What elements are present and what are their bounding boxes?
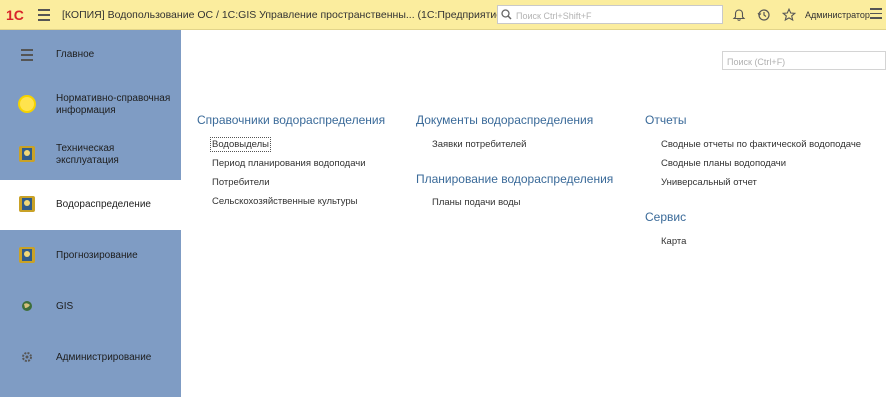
section-search[interactable] <box>722 51 886 70</box>
sidebar-item-label: Главное <box>56 49 95 60</box>
sidebar-item-water-distribution[interactable]: Водораспределение <box>0 180 181 230</box>
gear-icon <box>22 352 32 362</box>
link-crops[interactable]: Сельскохозяйственные культуры <box>212 196 357 207</box>
link-consumer-requests[interactable]: Заявки потребителей <box>432 139 526 150</box>
link-universal-report[interactable]: Универсальный отчет <box>661 177 757 188</box>
sidebar-item-label: Водораспределение <box>56 199 151 210</box>
sidebar-item-label: Нормативно-справочная информация <box>56 93 171 116</box>
section-title-planning: Планирование водораспределения <box>416 172 614 186</box>
sidebar-item-administration[interactable]: Администрирование <box>0 330 181 380</box>
svg-text:1С: 1С <box>6 7 24 23</box>
link-water-supply-plans[interactable]: Планы подачи воды <box>432 197 521 208</box>
globe-icon <box>22 301 32 311</box>
link-consumers[interactable]: Потребители <box>212 177 270 188</box>
link-vodovydely[interactable]: Водовыделы <box>210 137 271 152</box>
sidebar: Главное Нормативно-справочная информация… <box>0 30 181 397</box>
link-actual-supply-reports[interactable]: Сводные отчеты по фактической водоподаче <box>661 139 861 150</box>
emblem-icon <box>19 196 35 212</box>
list-icon <box>21 49 33 61</box>
emblem-icon <box>19 247 35 263</box>
global-search-input[interactable] <box>514 7 718 24</box>
link-summary-plans[interactable]: Сводные планы водоподачи <box>661 158 786 169</box>
section-title-reports: Отчеты <box>645 113 687 127</box>
1c-logo[interactable]: 1С <box>6 7 28 23</box>
user-name[interactable]: Администратор <box>805 10 870 20</box>
search-icon <box>501 9 512 20</box>
sidebar-item-label: Техническая эксплуатация <box>56 143 119 166</box>
link-planning-period[interactable]: Период планирования водоподачи <box>212 158 366 169</box>
global-search[interactable] <box>497 5 723 24</box>
sidebar-item-gis[interactable]: GIS <box>0 280 181 330</box>
main-menu-icon[interactable] <box>38 9 50 21</box>
sidebar-item-forecasting[interactable]: Прогнозирование <box>0 230 181 280</box>
settings-menu-icon[interactable] <box>870 8 882 22</box>
star-icon[interactable] <box>782 8 796 22</box>
sun-icon <box>18 95 36 113</box>
sidebar-item-label: GIS <box>56 301 74 312</box>
sidebar-item-main[interactable]: Главное <box>0 30 181 80</box>
section-title-references: Справочники водораспределения <box>197 113 386 127</box>
section-title-documents: Документы водораспределения <box>416 113 594 127</box>
window-title: [КОПИЯ] Водопользование ОС / 1С:GIS Упра… <box>62 9 506 21</box>
history-icon[interactable] <box>757 8 771 22</box>
section-title-service: Сервис <box>645 210 687 224</box>
sidebar-item-label: Прогнозирование <box>56 250 138 261</box>
sidebar-item-reference-info[interactable]: Нормативно-справочная информация <box>0 80 181 130</box>
emblem-icon <box>19 146 35 162</box>
bell-icon[interactable] <box>732 8 746 22</box>
sidebar-item-technical[interactable]: Техническая эксплуатация <box>0 130 181 180</box>
section-search-input[interactable] <box>725 53 884 70</box>
top-bar: 1С [КОПИЯ] Водопользование ОС / 1С:GIS У… <box>0 0 886 30</box>
sidebar-item-label: Администрирование <box>56 352 152 363</box>
link-map[interactable]: Карта <box>661 236 686 247</box>
